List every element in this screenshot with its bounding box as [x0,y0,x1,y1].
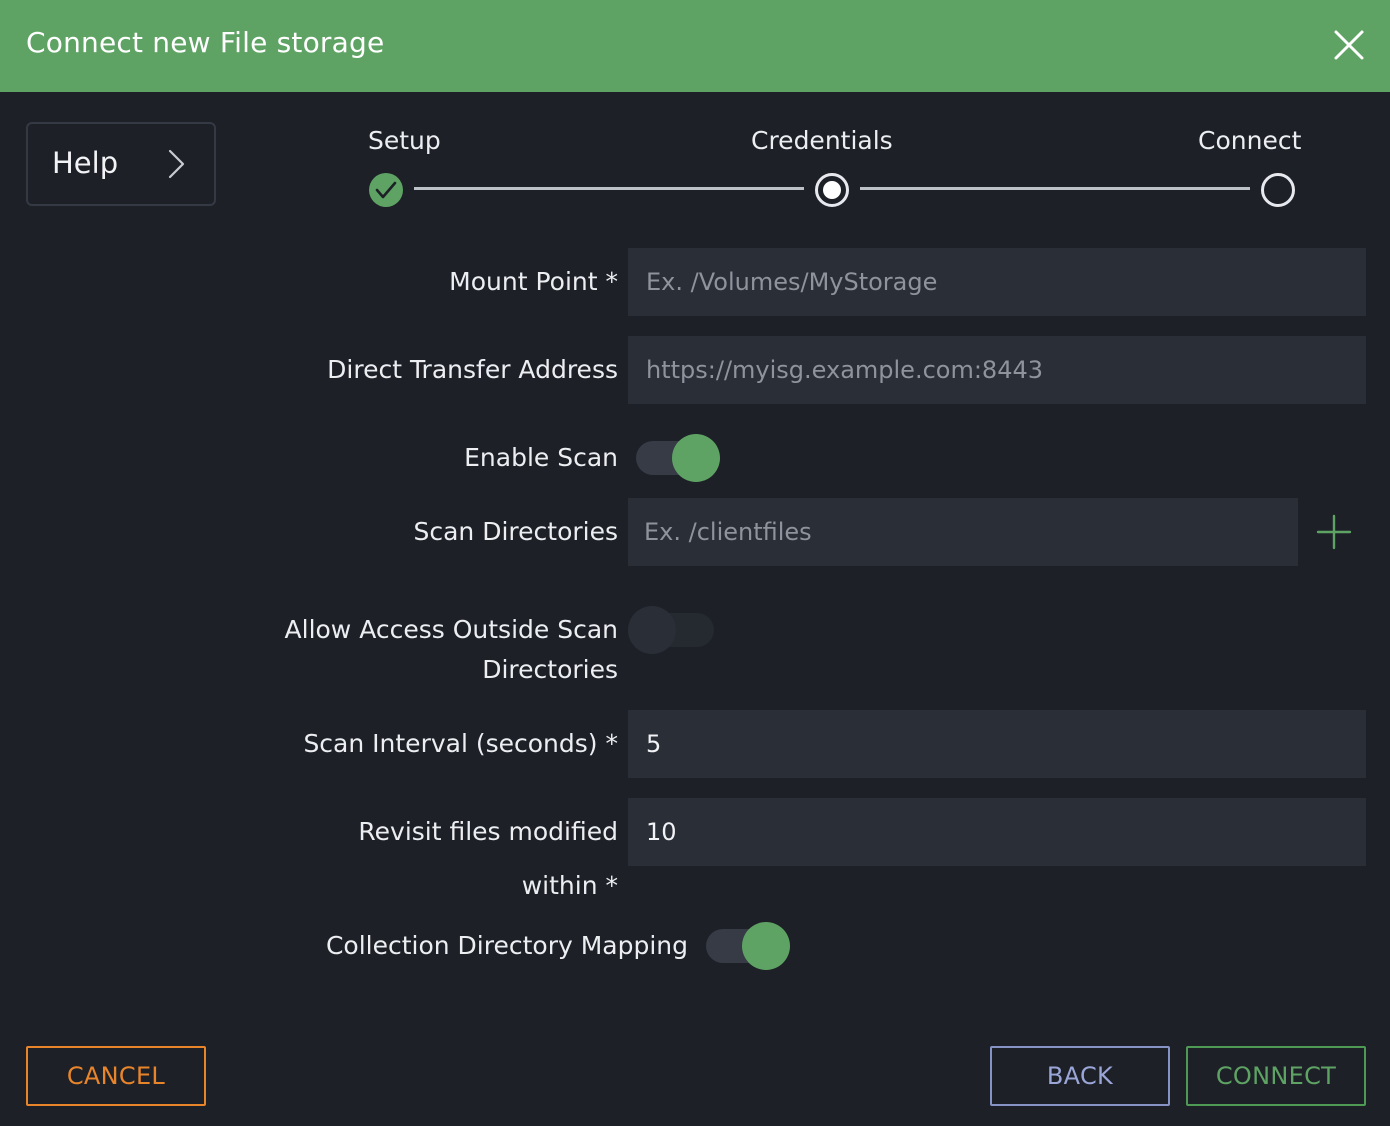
step-label-connect: Connect [1198,126,1302,155]
allow-access-outside-toggle[interactable] [628,605,718,655]
direct-transfer-address-input[interactable] [628,336,1366,404]
step-label-credentials: Credentials [751,126,893,155]
close-icon [1334,30,1364,60]
toggle-thumb [742,922,790,970]
allow-access-outside-label-line2: Directories [482,655,618,684]
revisit-files-label-line1: Revisit files modified [358,817,618,846]
dialog-header: Connect new File storage [0,0,1390,92]
scan-interval-input[interactable] [628,710,1366,778]
step-complete-check-icon [369,173,403,207]
close-button[interactable] [1326,24,1370,66]
step-label-setup: Setup [368,126,441,155]
plus-icon [1316,514,1352,550]
step-pending-icon [1261,173,1295,207]
revisit-files-label-line2: within * [521,871,618,900]
allow-access-outside-label-line1: Allow Access Outside Scan [284,615,618,644]
enable-scan-label: Enable Scan [464,443,618,472]
help-label: Help [52,146,119,180]
enable-scan-toggle[interactable] [632,433,722,483]
mount-point-input[interactable] [628,248,1366,316]
scan-interval-label: Scan Interval (seconds) * [303,729,618,758]
add-scan-directory-button[interactable] [1314,512,1354,552]
scan-directories-label: Scan Directories [413,517,618,546]
dialog-title: Connect new File storage [26,26,385,59]
direct-transfer-address-label: Direct Transfer Address [327,355,618,384]
connect-button[interactable]: CONNECT [1186,1046,1366,1106]
allow-access-outside-label: Allow Access Outside Scan Directories [285,610,618,690]
revisit-files-label: Revisit files modified within * [358,805,618,913]
help-button[interactable]: Help [26,122,216,206]
chevron-right-icon [168,149,185,179]
revisit-files-input[interactable] [628,798,1366,866]
back-button[interactable]: BACK [990,1046,1170,1106]
collection-directory-mapping-label: Collection Directory Mapping [325,931,688,960]
toggle-thumb [672,434,720,482]
mount-point-label: Mount Point * [449,267,618,296]
collection-directory-mapping-toggle[interactable] [702,921,792,971]
cancel-button[interactable]: CANCEL [26,1046,206,1106]
step-connector-1 [414,187,804,190]
step-active-icon [815,173,849,207]
step-connector-2 [860,187,1250,190]
scan-directories-input[interactable] [628,498,1298,566]
toggle-thumb [628,606,676,654]
